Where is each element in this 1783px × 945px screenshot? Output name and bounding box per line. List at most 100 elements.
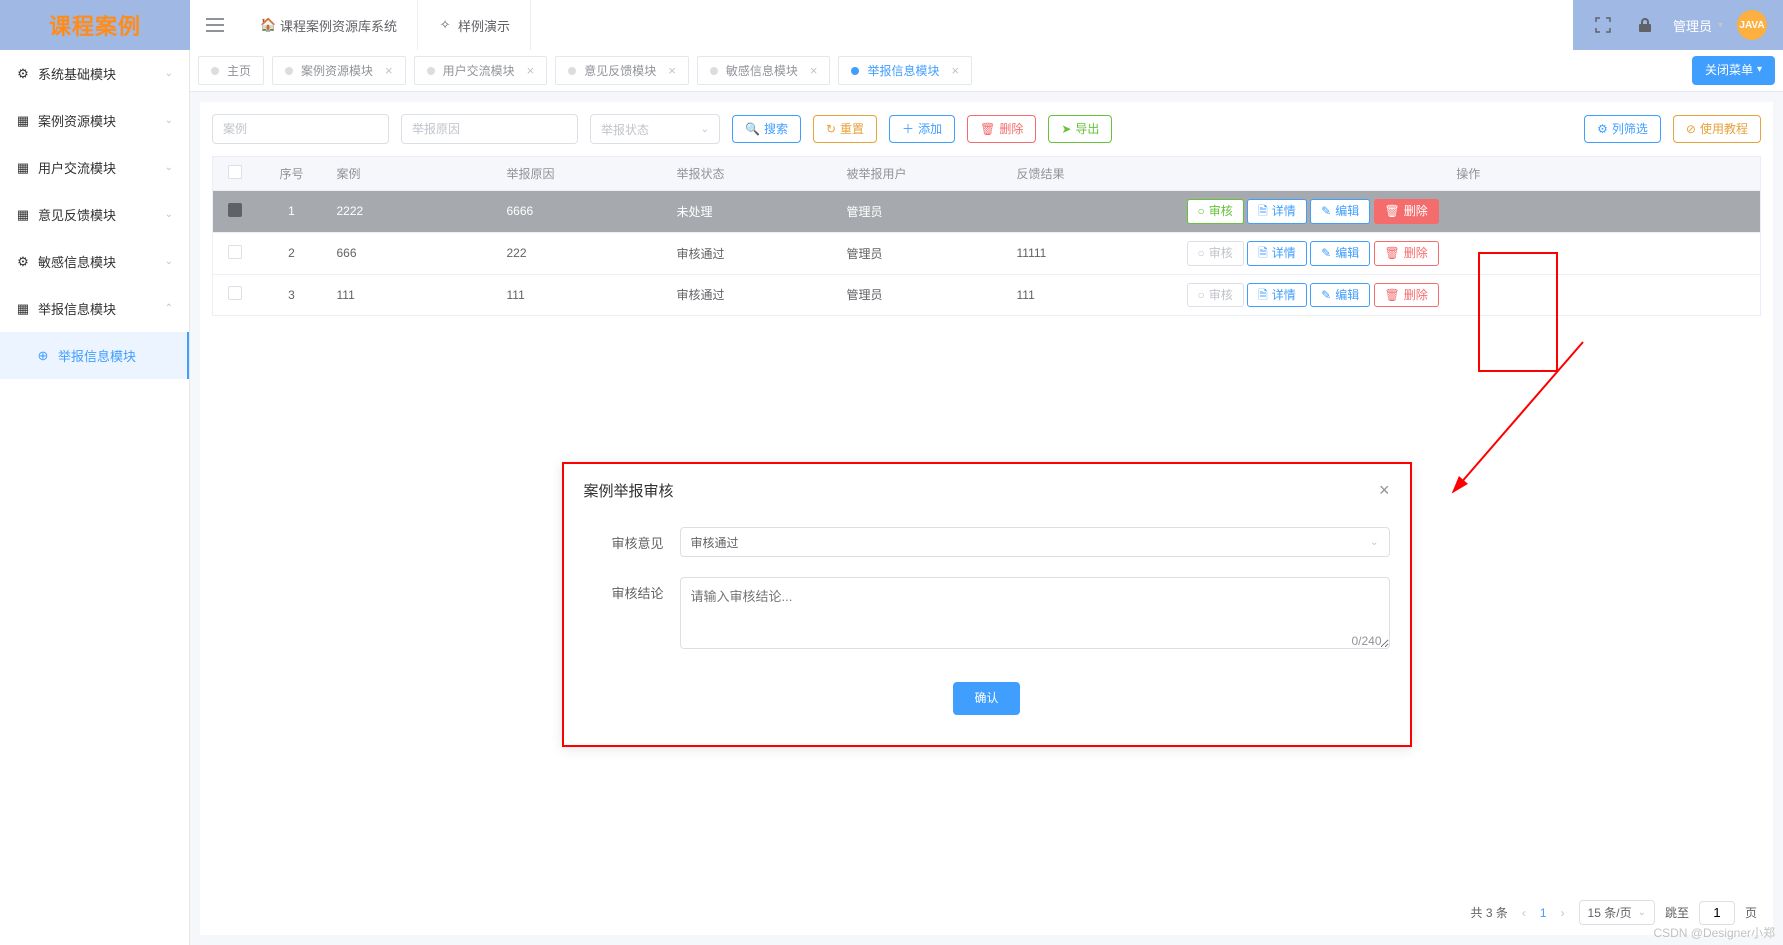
add-button[interactable]: ＋添加 (889, 115, 955, 144)
row-delete-button[interactable]: 🗑删除 (1374, 283, 1439, 308)
sidebar-item-label: 意见反馈模块 (38, 205, 116, 224)
delete-button[interactable]: 🗑删除 (967, 115, 1036, 144)
gear-icon: ⚙ (1597, 121, 1608, 138)
chevron-down-icon: ⌄ (165, 162, 173, 173)
opinion-label: 审核意见 (584, 527, 664, 557)
sidebar-subitem-report-info[interactable]: ⊕ 举报信息模块 (0, 332, 189, 379)
cell-status: 未处理 (667, 191, 837, 233)
dialog-close-button[interactable]: × (1379, 480, 1390, 501)
circle-icon: ○ (1198, 245, 1205, 262)
edit-button[interactable]: ✎编辑 (1310, 241, 1370, 266)
detail-button[interactable]: 🗎详情 (1247, 199, 1307, 224)
opinion-select[interactable]: 审核通过 ⌄ (680, 527, 1390, 557)
fullscreen-button[interactable] (1589, 11, 1617, 39)
topnav-item-system[interactable]: 🏠 课程案例资源库系统 (240, 0, 418, 50)
table-row[interactable]: 2 666 222 审核通过 管理员 11111 ○审核 🗎详情 ✎编辑 🗑删除 (213, 232, 1761, 274)
row-delete-button[interactable]: 🗑删除 (1374, 199, 1439, 224)
tab-user[interactable]: 用户交流模块× (414, 56, 548, 85)
table-row[interactable]: 1 2222 6666 未处理 管理员 ○审核 🗎详情 ✎编辑 🗑删除 (213, 191, 1761, 233)
tab-dot-icon (710, 67, 718, 75)
search-icon: 🔍 (745, 121, 760, 138)
pager-next-button[interactable]: › (1557, 906, 1569, 920)
table-row[interactable]: 3 111 111 审核通过 管理员 111 ○审核 🗎详情 ✎编辑 🗑删除 (213, 274, 1761, 316)
tab-close-icon[interactable]: × (668, 63, 676, 78)
avatar[interactable]: JAVA (1737, 10, 1767, 40)
tab-home[interactable]: 主页 (198, 56, 264, 85)
cell-ops: ○审核 🗎详情 ✎编辑 🗑删除 (1177, 274, 1761, 316)
filter-case-input[interactable] (212, 114, 389, 144)
tab-close-icon[interactable]: × (810, 63, 818, 78)
btn-label: 审核 (1209, 245, 1233, 262)
dialog-title: 案例举报审核 (584, 480, 674, 501)
pager-prev-button[interactable]: ‹ (1518, 906, 1530, 920)
main-area: 主页 案例资源模块 × 用户交流模块× 意见反馈模块× 敏感信息模块× 举报信息模… (190, 50, 1783, 945)
search-button[interactable]: 🔍搜索 (732, 115, 801, 144)
col-status: 举报状态 (667, 157, 837, 191)
cell-reason: 111 (497, 274, 667, 316)
tab-feedback[interactable]: 意见反馈模块× (555, 56, 689, 85)
cell-ops: ○审核 🗎详情 ✎编辑 🗑删除 (1177, 232, 1761, 274)
tab-dot-icon (851, 67, 859, 75)
confirm-button[interactable]: 确认 (953, 682, 1019, 715)
close-menu-dropdown[interactable]: 关闭菜单 ▾ (1692, 56, 1775, 85)
page-size-select[interactable]: 15 条/页⌄ (1579, 900, 1655, 925)
topbar: 课程案例 🏠 课程案例资源库系统 ✧ 样例演示 管理员 ▾ JAVA (0, 0, 1783, 50)
sidebar-item-sensitive[interactable]: ⚙敏感信息模块 ⌄ (0, 238, 189, 285)
row-checkbox[interactable] (228, 203, 242, 217)
help-button[interactable]: ⊘使用教程 (1673, 115, 1761, 144)
content-card: 举报状态 ⌄ 🔍搜索 ↻重置 ＋添加 🗑删除 ➤导出 ⚙列筛选 ⊘使用教程 (200, 102, 1773, 935)
grid-icon: ▦ (16, 113, 30, 129)
edit-button[interactable]: ✎编辑 (1310, 283, 1370, 308)
trash-icon: 🗑 (1385, 245, 1400, 262)
reset-button[interactable]: ↻重置 (813, 115, 877, 144)
column-filter-button[interactable]: ⚙列筛选 (1584, 115, 1661, 144)
tab-sensitive[interactable]: 敏感信息模块× (697, 56, 831, 85)
tab-close-icon[interactable]: × (385, 63, 393, 78)
tab-label: 案例资源模块 (301, 62, 373, 79)
tab-close-icon[interactable]: × (527, 63, 535, 78)
row-delete-button[interactable]: 🗑删除 (1374, 241, 1439, 266)
tab-case[interactable]: 案例资源模块 × (272, 56, 406, 85)
sidebar-item-report[interactable]: ▦举报信息模块 ⌃ (0, 285, 189, 332)
jump-page-input[interactable] (1699, 901, 1735, 925)
detail-button[interactable]: 🗎详情 (1247, 241, 1307, 266)
tab-dot-icon (285, 67, 293, 75)
sidebar-item-case[interactable]: ▦ 案例资源模块 ⌄ (0, 97, 189, 144)
sidebar-toggle-button[interactable] (190, 0, 240, 50)
edit-icon: ✎ (1321, 203, 1331, 220)
circle-icon: ○ (1198, 287, 1205, 304)
cell-case: 666 (327, 232, 497, 274)
btn-label: 删除 (1404, 245, 1428, 262)
chevron-down-icon: ▾ (1757, 63, 1762, 77)
lock-button[interactable] (1631, 11, 1659, 39)
sidebar-item-label: 案例资源模块 (38, 111, 116, 130)
sidebar-item-system[interactable]: ⚙系统基础模块 ⌄ (0, 50, 189, 97)
detail-button[interactable]: 🗎详情 (1247, 283, 1307, 308)
edit-button[interactable]: ✎编辑 (1310, 199, 1370, 224)
btn-label: 确认 (974, 690, 998, 707)
filter-reason-input[interactable] (401, 114, 578, 144)
tab-close-icon[interactable]: × (951, 63, 959, 78)
result-textarea[interactable] (680, 577, 1390, 649)
user-dropdown[interactable]: 管理员 ▾ (1673, 16, 1723, 35)
topbar-right: 管理员 ▾ JAVA (1573, 10, 1783, 40)
sidebar-item-feedback[interactable]: ▦意见反馈模块 ⌄ (0, 191, 189, 238)
cell-feedback: 11111 (1007, 232, 1177, 274)
chevron-down-icon: ⌄ (1370, 537, 1378, 548)
row-checkbox[interactable] (228, 286, 242, 300)
form-row-opinion: 审核意见 审核通过 ⌄ (564, 517, 1410, 567)
data-table: 序号 案例 举报原因 举报状态 被举报用户 反馈结果 操作 1 2222 66 (212, 156, 1761, 316)
topnav-item-demo[interactable]: ✧ 样例演示 (418, 0, 531, 50)
review-button[interactable]: ○审核 (1187, 199, 1244, 224)
select-all-header[interactable] (213, 157, 257, 191)
chevron-down-icon: ⌄ (165, 115, 173, 126)
pager-current-page[interactable]: 1 (1540, 906, 1547, 920)
export-button[interactable]: ➤导出 (1048, 115, 1112, 144)
home-icon: 🏠 (260, 17, 274, 33)
refresh-icon: ↻ (826, 121, 836, 138)
row-checkbox[interactable] (228, 245, 242, 259)
tab-report[interactable]: 举报信息模块× (838, 56, 972, 85)
filter-status-select[interactable]: 举报状态 ⌄ (590, 114, 720, 144)
cell-idx: 3 (257, 274, 327, 316)
sidebar-item-user[interactable]: ▦用户交流模块 ⌄ (0, 144, 189, 191)
